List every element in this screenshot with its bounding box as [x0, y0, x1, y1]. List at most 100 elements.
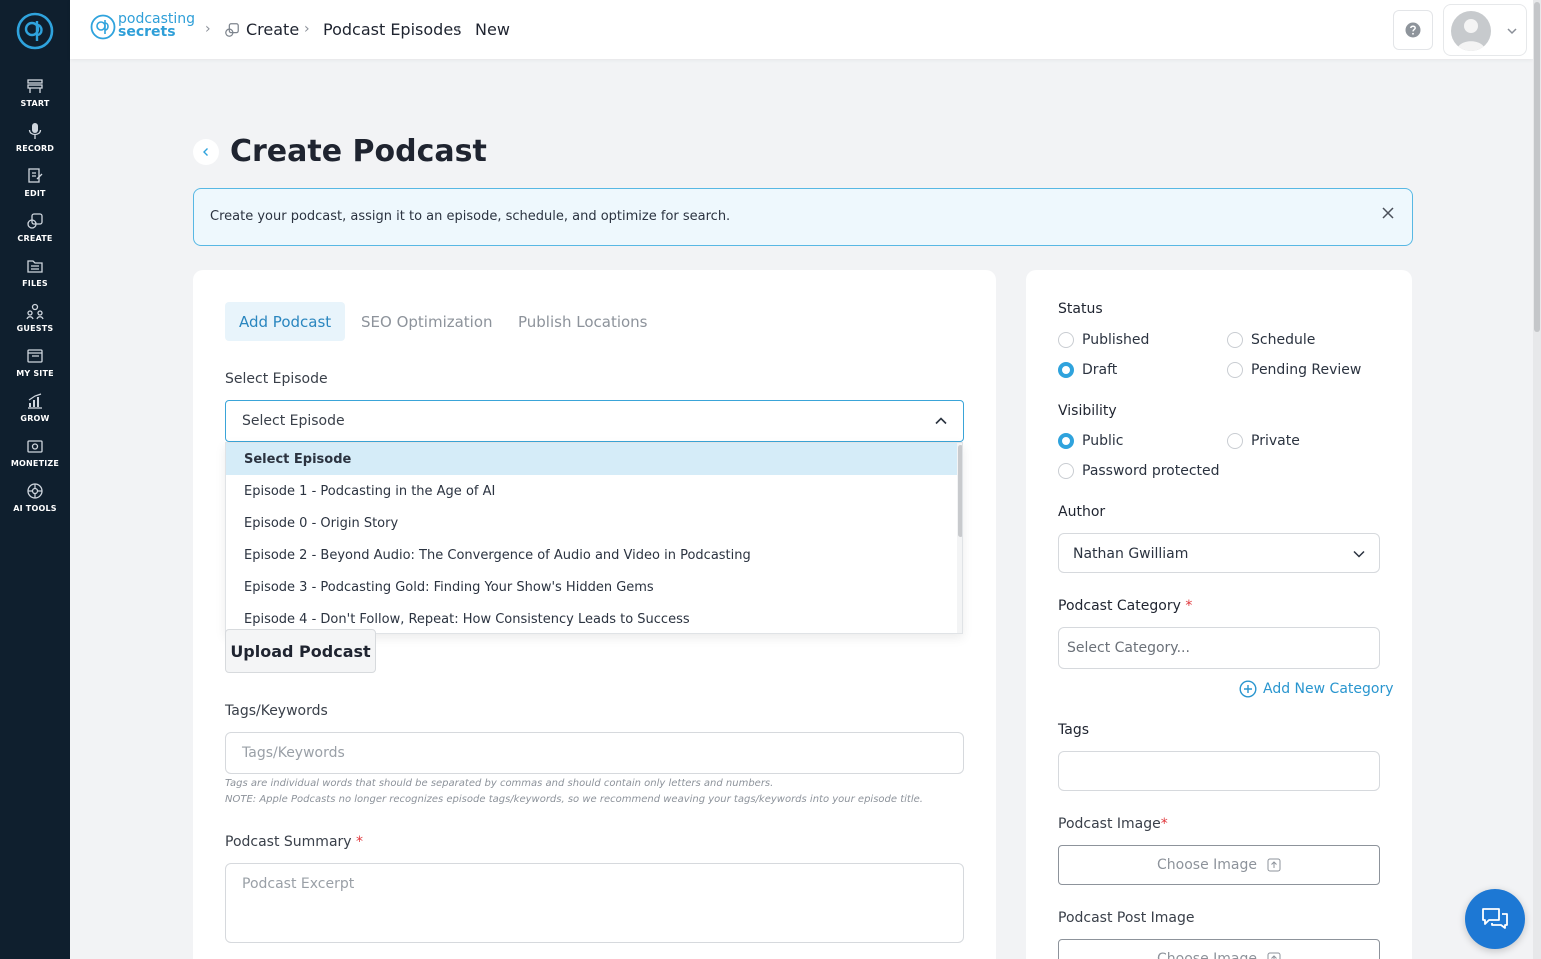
add-new-category-button[interactable]: Add New Category	[1239, 680, 1394, 698]
chevron-down-icon	[1353, 550, 1365, 558]
sidebar-item-start[interactable]: START	[0, 74, 70, 116]
sidebar-item-edit[interactable]: EDIT	[0, 164, 70, 206]
tab-publish-locations[interactable]: Publish Locations	[518, 302, 648, 341]
episode-option[interactable]: Episode 2 - Beyond Audio: The Convergenc…	[226, 539, 957, 571]
podcast-category-label-text: Podcast Category	[1058, 598, 1181, 614]
user-menu-button[interactable]	[1443, 4, 1527, 56]
tab-seo-optimization[interactable]: SEO Optimization	[361, 302, 493, 341]
breadcrumb-create[interactable]: Create	[246, 20, 299, 39]
tags-input[interactable]	[1058, 751, 1380, 791]
radio-label: Public	[1082, 433, 1124, 449]
radio-circle	[1058, 332, 1074, 348]
tags-note-text: NOTE: Apple Podcasts no longer recognize…	[225, 794, 923, 805]
required-marker: *	[356, 834, 364, 850]
sidebar-item-ai-tools[interactable]: AI TOOLS	[0, 479, 70, 521]
status-radio-pending-review[interactable]: Pending Review	[1227, 362, 1361, 378]
episode-option[interactable]: Episode 1 - Podcasting in the Age of AI	[226, 475, 957, 507]
sidebar-item-label: START	[20, 99, 50, 108]
category-select-input[interactable]: Select Category...	[1058, 627, 1380, 669]
upload-podcast-button[interactable]: Upload Podcast	[225, 629, 376, 673]
back-button[interactable]	[193, 139, 219, 165]
info-banner-text: Create your podcast, assign it to an epi…	[210, 209, 731, 224]
sidebar-item-label: GUESTS	[16, 324, 54, 333]
podcast-image-label: Podcast Image*	[1058, 816, 1168, 832]
radio-label: Published	[1082, 332, 1150, 348]
breadcrumb-separator-icon: ›	[304, 21, 310, 37]
breadcrumb-new: New	[475, 20, 510, 39]
radio-circle	[1227, 433, 1243, 449]
podcast-category-label: Podcast Category *	[1058, 598, 1192, 614]
status-radio-schedule[interactable]: Schedule	[1227, 332, 1315, 348]
info-banner: Create your podcast, assign it to an epi…	[193, 188, 1413, 246]
app-logo-icon[interactable]	[15, 11, 55, 51]
sidebar-item-label: MONETIZE	[10, 459, 60, 468]
add-new-category-label: Add New Category	[1263, 681, 1394, 697]
top-bar: podcasting secrets › Create › Podcast Ep…	[70, 0, 1533, 59]
episode-option[interactable]: Select Episode	[226, 443, 957, 475]
radio-label: Pending Review	[1251, 362, 1362, 378]
monetize-icon	[27, 440, 43, 453]
radio-circle-selected	[1058, 433, 1074, 449]
episode-option[interactable]: Episode 0 - Origin Story	[226, 507, 957, 539]
podcast-summary-textarea[interactable]: Podcast Excerpt	[225, 863, 964, 943]
podcast-post-image-label: Podcast Post Image	[1058, 910, 1195, 926]
radio-label: Draft	[1082, 362, 1118, 378]
tags-hint-text: Tags are individual words that should be…	[225, 778, 774, 789]
avatar	[1451, 11, 1491, 51]
breadcrumb-separator-icon: ›	[205, 21, 211, 37]
sidebar-item-create[interactable]: CREATE	[0, 209, 70, 251]
visibility-radio-private[interactable]: Private	[1227, 433, 1300, 449]
help-button[interactable]	[1393, 10, 1433, 50]
sidebar-item-my-site[interactable]: MY SITE	[0, 344, 70, 386]
dropdown-scrollbar-thumb[interactable]	[958, 445, 962, 537]
visibility-radio-password-protected[interactable]: Password protected	[1058, 463, 1220, 479]
choose-podcast-image-button[interactable]: Choose Image	[1058, 845, 1380, 885]
author-select[interactable]: Nathan Gwilliam	[1058, 533, 1380, 573]
sidebar-item-guests[interactable]: GUESTS	[0, 299, 70, 341]
start-icon	[27, 79, 43, 93]
my-site-icon	[27, 349, 43, 363]
episode-option[interactable]: Episode 3 - Podcasting Gold: Finding You…	[226, 571, 957, 603]
episode-select[interactable]: Select Episode	[225, 400, 964, 442]
sidebar-item-label: AI TOOLS	[13, 504, 57, 513]
plus-circle-icon	[1239, 680, 1257, 698]
radio-label: Password protected	[1082, 463, 1220, 479]
status-label: Status	[1058, 301, 1103, 317]
brand-line-2: secrets	[118, 24, 176, 40]
page-title: Create Podcast	[230, 134, 487, 169]
user-silhouette-icon	[1457, 19, 1485, 51]
radio-circle	[1058, 463, 1074, 479]
brand-logo[interactable]: podcasting secrets	[90, 12, 200, 42]
breadcrumb-podcast-episodes[interactable]: Podcast Episodes	[323, 20, 462, 39]
sidebar-item-record[interactable]: RECORD	[0, 119, 70, 161]
radio-circle	[1227, 332, 1243, 348]
sidebar-item-label: MY SITE	[16, 369, 54, 378]
status-radio-draft[interactable]: Draft	[1058, 362, 1117, 378]
radio-label: Private	[1251, 433, 1300, 449]
visibility-radio-public[interactable]: Public	[1058, 433, 1123, 449]
create-icon	[27, 213, 43, 229]
visibility-label: Visibility	[1058, 403, 1117, 419]
question-icon	[1405, 22, 1421, 38]
tags-keywords-label: Tags/Keywords	[225, 703, 328, 719]
chat-widget-button[interactable]	[1465, 889, 1525, 949]
sidebar-item-files[interactable]: FILES	[0, 254, 70, 296]
sidebar-item-monetize[interactable]: MONETIZE	[0, 434, 70, 476]
tab-add-podcast[interactable]: Add Podcast	[225, 302, 346, 341]
status-radio-published[interactable]: Published	[1058, 332, 1149, 348]
close-banner-button[interactable]	[1378, 203, 1398, 223]
page-scrollbar-thumb[interactable]	[1534, 2, 1540, 332]
tags-keywords-input[interactable]: Tags/Keywords	[225, 732, 964, 774]
required-marker: *	[1185, 598, 1193, 614]
chevron-up-icon	[935, 417, 947, 425]
radio-label: Schedule	[1251, 332, 1316, 348]
choose-post-image-button[interactable]: Choose Image	[1058, 939, 1380, 959]
author-label: Author	[1058, 504, 1106, 520]
microphone-icon	[28, 123, 42, 139]
guests-icon	[26, 303, 44, 320]
episode-select-value: Select Episode	[242, 413, 345, 429]
ai-tools-icon	[27, 483, 43, 499]
sidebar-item-grow[interactable]: GROW	[0, 389, 70, 431]
upload-icon	[1267, 858, 1281, 872]
podcast-summary-label: Podcast Summary *	[225, 834, 363, 850]
